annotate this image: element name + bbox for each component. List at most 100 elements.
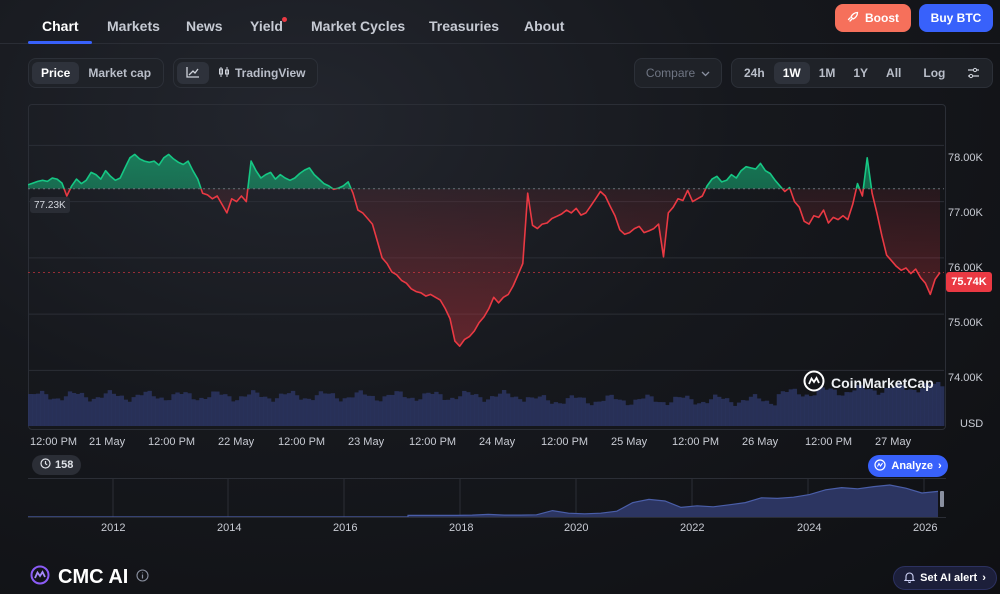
tab-markets[interactable]: Markets [107, 18, 160, 34]
volume-bar [414, 400, 419, 426]
volume-bar [290, 390, 296, 426]
volume-bar [434, 391, 439, 426]
analyze-button[interactable]: Analyze › [868, 455, 948, 477]
info-icon[interactable] [136, 568, 149, 587]
volume-bar [314, 395, 320, 426]
cmc-logo-icon [803, 370, 825, 395]
baseline-price-tag: 77.23K [30, 197, 70, 213]
volume-bar [143, 391, 148, 426]
log-toggle[interactable]: Log [914, 62, 954, 84]
buy-btc-button[interactable]: Buy BTC [919, 4, 993, 32]
volume-bar [171, 394, 176, 426]
volume-bar [764, 400, 770, 426]
active-tab-indicator [28, 41, 92, 44]
range-1m[interactable]: 1M [810, 62, 845, 84]
range-1w[interactable]: 1W [773, 62, 810, 84]
volume-bar [302, 398, 308, 426]
year-label: 2014 [217, 522, 242, 534]
compare-dropdown[interactable]: Compare [634, 58, 722, 88]
volume-bar [501, 390, 507, 426]
volume-bar [95, 397, 101, 426]
tab-yield[interactable]: Yield [250, 18, 283, 34]
range-all[interactable]: All [877, 62, 910, 84]
volume-bar [51, 398, 57, 426]
volume-bar [75, 393, 81, 426]
tab-chart[interactable]: Chart [42, 18, 79, 34]
ai-icon [874, 458, 886, 474]
x-tick-label: 27 May [875, 436, 912, 448]
line-chart-option[interactable] [177, 62, 209, 84]
volume-bar [916, 392, 921, 426]
volume-bar [227, 396, 232, 426]
tab-treasuries[interactable]: Treasuries [429, 18, 499, 34]
volume-bar [617, 399, 622, 426]
cmc-ai-title: CMC AI [58, 566, 129, 588]
tab-market-cycles[interactable]: Market Cycles [311, 18, 405, 34]
volume-bar [127, 401, 132, 426]
volume-bar [569, 395, 575, 426]
volume-bar [533, 398, 539, 426]
tab-news[interactable]: News [186, 18, 223, 34]
chevron-right-icon: › [937, 460, 942, 472]
volume-bar [326, 393, 332, 426]
volume-bar [159, 397, 164, 426]
boost-button[interactable]: Boost [835, 4, 911, 32]
volume-bar [231, 401, 236, 426]
volume-bar [262, 396, 268, 426]
settings-sliders-icon[interactable] [958, 62, 989, 84]
volume-bar [545, 400, 551, 426]
volume-bar [255, 392, 260, 426]
x-tick-label: 12:00 PM [409, 436, 457, 448]
volume-bar [720, 398, 726, 426]
volume-bar [167, 400, 172, 426]
events-badge[interactable]: 158 [32, 455, 82, 475]
chevron-right-icon: › [982, 572, 986, 584]
volume-bar [541, 395, 547, 426]
volume-bar [342, 398, 348, 426]
volume-bar [756, 398, 762, 426]
tab-about[interactable]: About [524, 18, 564, 34]
price-option[interactable]: Price [32, 62, 80, 84]
volume-bar [589, 405, 594, 426]
volume-bar [577, 397, 582, 426]
set-ai-alert-button[interactable]: Set AI alert › [893, 566, 997, 590]
volume-bar [71, 392, 77, 426]
volume-bar [780, 391, 786, 426]
tradingview-option[interactable]: TradingView [209, 62, 314, 84]
volume-bar [243, 396, 248, 426]
history-area [28, 485, 938, 517]
volume-bar [107, 390, 113, 426]
volume-bar [83, 397, 89, 426]
volume-bar [99, 397, 105, 426]
volume-bar [346, 397, 351, 426]
volume-bar [426, 392, 431, 426]
volume-bar [561, 403, 567, 426]
volume-bar [848, 392, 853, 426]
volume-bar [338, 401, 344, 426]
volume-bar [406, 398, 411, 426]
y-tick-label: 74.00K [948, 372, 983, 384]
volume-bar [505, 393, 511, 426]
volume-bar [728, 402, 734, 426]
market-cap-option[interactable]: Market cap [79, 62, 160, 84]
volume-bar [266, 398, 272, 426]
x-tick-label: 25 May [611, 436, 648, 448]
volume-bar [55, 398, 61, 426]
volume-bar [286, 393, 292, 426]
volume-bar [689, 399, 694, 426]
volume-bar [709, 399, 714, 426]
year-label: 2016 [333, 522, 358, 534]
range-24h[interactable]: 24h [735, 62, 774, 84]
volume-bar [470, 394, 475, 426]
history-navigator[interactable] [28, 478, 946, 518]
volume-bar [374, 400, 379, 426]
x-tick-label: 12:00 PM [541, 436, 589, 448]
coinmarketcap-watermark: CoinMarketCap [803, 370, 934, 395]
volume-bar [800, 396, 806, 426]
volume-bar [139, 395, 144, 426]
range-1y[interactable]: 1Y [844, 62, 877, 84]
range-handle[interactable] [940, 491, 944, 507]
volume-bar [446, 399, 451, 426]
volume-bar [278, 393, 284, 426]
volume-bar [151, 396, 156, 426]
